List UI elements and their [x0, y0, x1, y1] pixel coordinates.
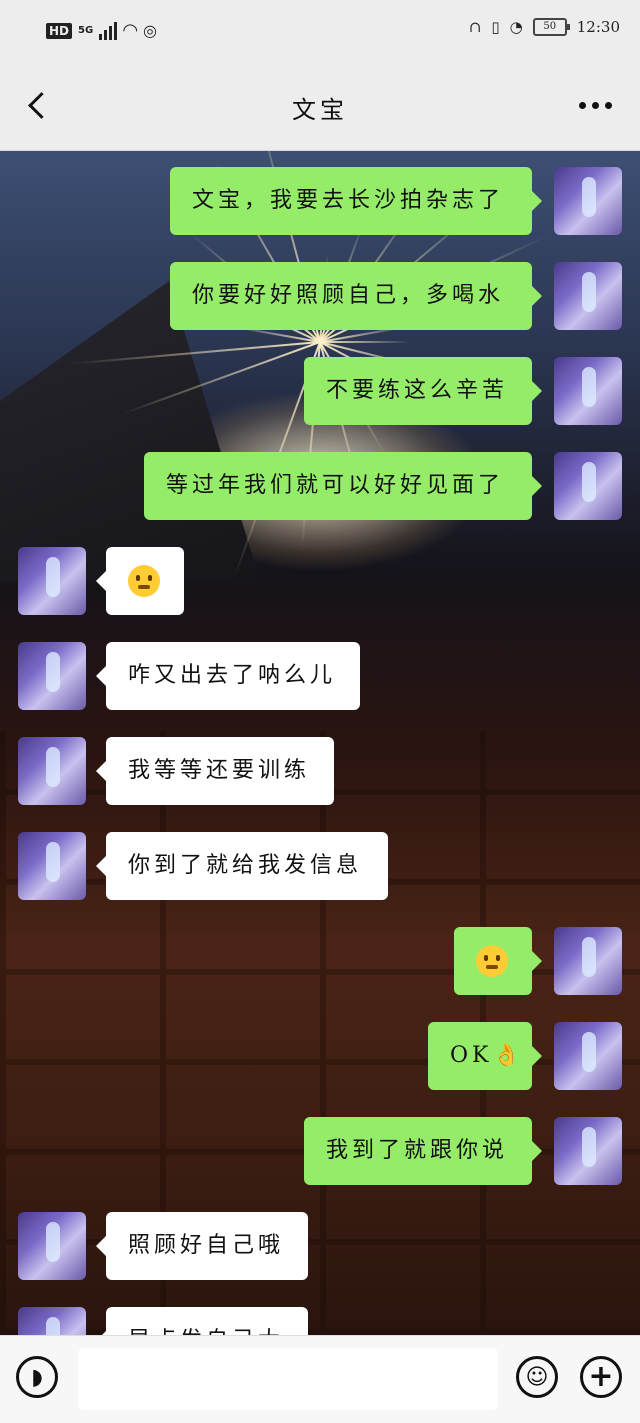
message-text: 等过年我们就可以好好见面了: [166, 473, 505, 498]
status-left: HD 5G ◠ ◎: [46, 20, 157, 41]
message-bubble[interactable]: 早点发自己大: [96, 1307, 308, 1335]
hd-badge: HD: [46, 22, 73, 39]
message-bubble[interactable]: 文宝，我要去长沙拍杂志了: [170, 167, 542, 235]
message-bubble[interactable]: [454, 927, 542, 995]
chat-area[interactable]: 文宝，我要去长沙拍杂志了 你要好好照顾自己，多喝水不要练这么辛苦等过年我们就可以好…: [0, 151, 640, 1335]
message-text: OK👌: [450, 1043, 524, 1068]
message-text: 你到了就给我发信息: [128, 853, 363, 878]
contact-avatar[interactable]: [18, 1307, 86, 1335]
my-avatar[interactable]: [554, 452, 622, 520]
message-text: 不要练这么辛苦: [326, 378, 509, 403]
message-text: 你要好好照顾自己，多喝水: [192, 283, 505, 308]
message-text: 我等等还要训练: [128, 758, 311, 783]
background-sparkler: [70, 151, 547, 578]
battery-icon: 50: [532, 18, 570, 36]
emoji-icon[interactable]: ☺: [516, 1356, 558, 1398]
my-avatar[interactable]: [554, 262, 622, 330]
plus-icon[interactable]: +: [580, 1356, 622, 1398]
message-bubble[interactable]: 你到了就给我发信息: [96, 832, 388, 900]
status-bar: HD 5G ◠ ◎ ∩ ▯ ◔ 50 12:30: [0, 0, 640, 64]
network-type: 5G: [78, 25, 94, 36]
status-right: ∩ ▯ ◔ 50 12:30: [469, 18, 620, 36]
message-bubble[interactable]: 我等等还要训练: [96, 737, 334, 805]
chat-header: 文宝: [0, 64, 640, 151]
input-bar: ◗ ☺ +: [0, 1335, 640, 1423]
my-avatar[interactable]: [554, 927, 622, 995]
message-input[interactable]: [78, 1348, 498, 1410]
message-bubble[interactable]: 我到了就跟你说: [304, 1117, 542, 1185]
chat-title: 文宝: [292, 96, 348, 124]
message-text: 我到了就跟你说: [326, 1138, 509, 1163]
voice-icon[interactable]: ◗: [16, 1356, 58, 1398]
worried-emoji: [128, 565, 160, 597]
message-bubble[interactable]: OK👌: [428, 1022, 542, 1090]
my-avatar[interactable]: [554, 1117, 622, 1185]
message-text: 文宝，我要去长沙拍杂志了: [192, 188, 505, 213]
message-bubble[interactable]: 不要练这么辛苦: [304, 357, 542, 425]
more-dots-icon[interactable]: [579, 102, 612, 109]
contact-avatar[interactable]: [18, 737, 86, 805]
headphones-icon: ∩: [468, 18, 482, 36]
message-text: 咋又出去了呐么儿: [128, 663, 337, 688]
message-text: 照顾好自己哦: [128, 1233, 285, 1258]
message-bubble[interactable]: [96, 547, 184, 615]
contact-avatar[interactable]: [18, 1212, 86, 1280]
contact-avatar[interactable]: [18, 832, 86, 900]
my-avatar[interactable]: [554, 167, 622, 235]
sparkler-ray: [320, 341, 410, 343]
speedometer-icon: ◔: [509, 18, 523, 36]
signal-icon: [99, 21, 118, 40]
contact-avatar[interactable]: [18, 642, 86, 710]
vibrate-icon: ▯: [491, 18, 500, 36]
my-avatar[interactable]: [554, 1022, 622, 1090]
clock: 12:30: [576, 18, 620, 36]
message-bubble[interactable]: 你要好好照顾自己，多喝水: [170, 262, 542, 330]
laughing-emoji: [476, 945, 508, 977]
message-bubble[interactable]: 等过年我们就可以好好见面了: [144, 452, 542, 520]
my-avatar[interactable]: [554, 357, 622, 425]
message-text: 早点发自己大: [128, 1328, 284, 1335]
message-bubble[interactable]: 咋又出去了呐么儿: [96, 642, 360, 710]
wifi-icon: ◠: [123, 20, 138, 41]
contact-avatar[interactable]: [18, 547, 86, 615]
speed-icon: ◎: [143, 21, 157, 40]
message-bubble[interactable]: 照顾好自己哦: [96, 1212, 308, 1280]
